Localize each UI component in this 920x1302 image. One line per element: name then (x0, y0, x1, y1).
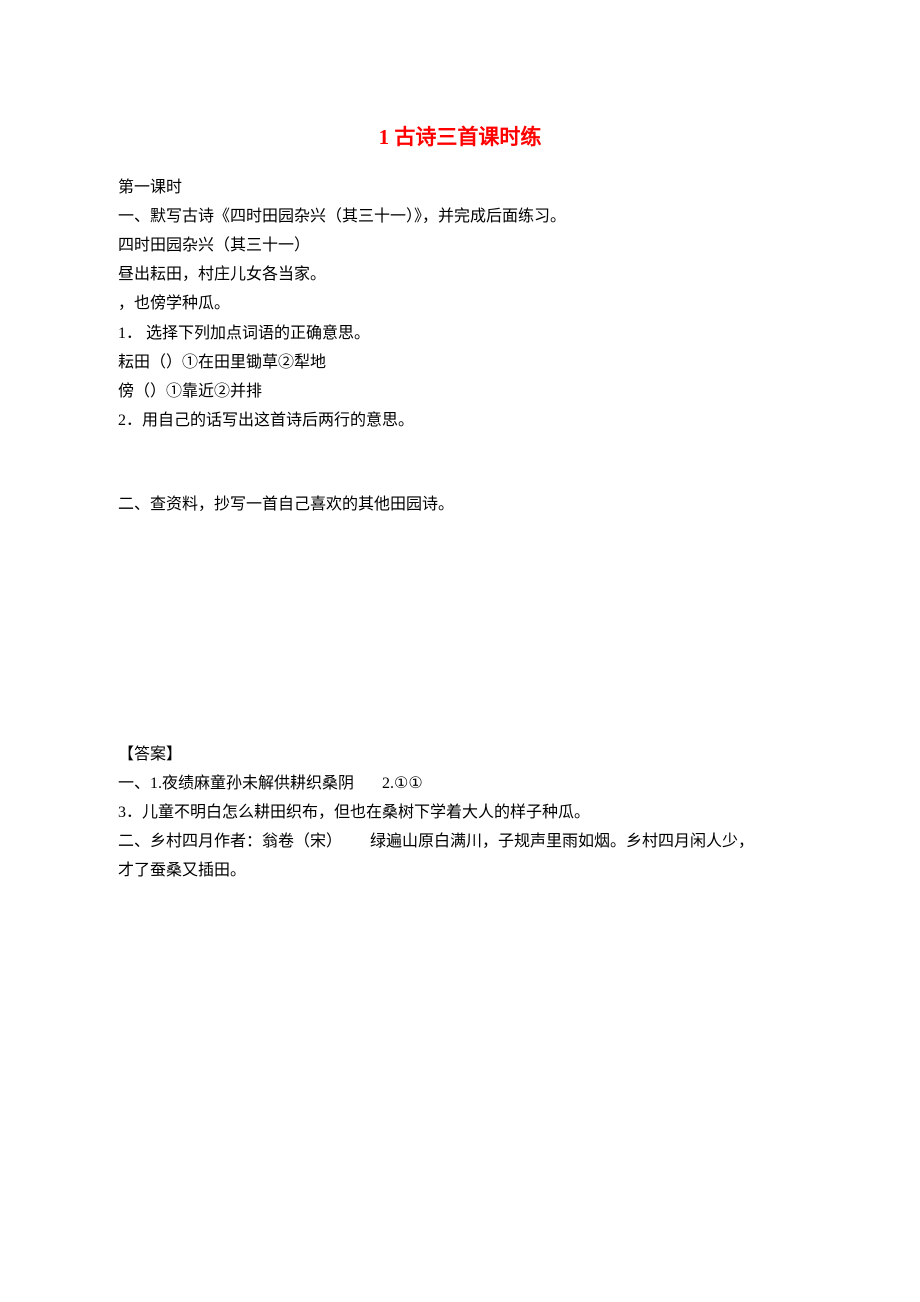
answer-2-line2: 才了蚕桑又插田。 (118, 857, 802, 884)
answer-1-part2: 2.①① (382, 775, 423, 792)
question-1-sub2: 2．用自己的话写出这首诗后两行的意思。 (118, 407, 802, 434)
poem-title: 四时田园杂兴（其三十一） (118, 232, 802, 259)
poem-line-1: 昼出耘田，村庄儿女各当家。 (118, 261, 802, 288)
answers-header: 【答案】 (118, 741, 802, 768)
question-1-sub1-option1: 耘田（）①在田里锄草②犁地 (118, 349, 802, 376)
answer-2-part2: 绿遍山原白满川，子规声里雨如烟。乡村四月闲人少， (370, 833, 754, 850)
poem-line-2: ，也傍学种瓜。 (118, 290, 802, 317)
answer-1-line1: 一、1.夜绩麻童孙未解供耕织桑阴 2.①① (118, 770, 802, 797)
lesson-header: 第一课时 (118, 174, 802, 201)
answer-2-line1: 二、乡村四月作者：翁卷（宋） 绿遍山原白满川，子规声里雨如烟。乡村四月闲人少， (118, 828, 802, 855)
question-1-sub1: 1． 选择下列加点词语的正确意思。 (118, 320, 802, 347)
answer-1-line2: 3．儿童不明白怎么耕田织布，但也在桑树下学着大人的样子种瓜。 (118, 799, 802, 826)
question-2-heading: 二、查资料，抄写一首自己喜欢的其他田园诗。 (118, 491, 802, 518)
question-1-heading: 一、默写古诗《四时田园杂兴（其三十一）》，并完成后面练习。 (118, 203, 802, 230)
question-1-sub1-option2: 傍（）①靠近②并排 (118, 378, 802, 405)
answer-1-part1: 一、1.夜绩麻童孙未解供耕织桑阴 (118, 775, 354, 792)
answer-2-part1: 二、乡村四月作者：翁卷（宋） (118, 833, 342, 850)
document-title: 1 古诗三首课时练 (118, 120, 802, 156)
